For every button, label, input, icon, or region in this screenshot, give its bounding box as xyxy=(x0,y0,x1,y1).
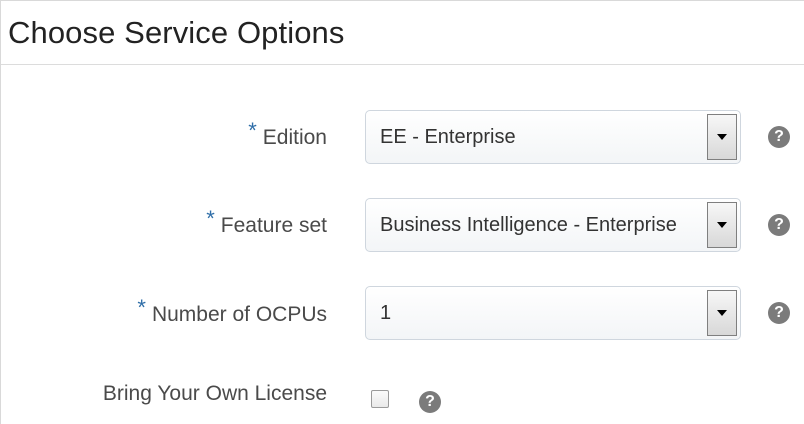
edition-label: * Edition xyxy=(248,118,327,149)
feature-set-label: * Feature set xyxy=(206,206,327,237)
help-icon[interactable]: ? xyxy=(419,391,441,413)
page-title: Choose Service Options xyxy=(8,15,345,50)
help-icon[interactable]: ? xyxy=(768,214,790,236)
feature-set-select[interactable]: Business Intelligence - Enterprise xyxy=(365,198,741,252)
feature-set-value: Business Intelligence - Enterprise xyxy=(380,214,677,236)
byol-checkbox[interactable] xyxy=(371,390,389,408)
dropdown-button[interactable] xyxy=(707,290,737,336)
dropdown-button[interactable] xyxy=(707,114,737,160)
required-marker: * xyxy=(137,295,146,320)
ocpus-label: * Number of OCPUs xyxy=(137,295,327,326)
dropdown-button[interactable] xyxy=(707,202,737,248)
required-marker: * xyxy=(248,118,257,143)
byol-label: Bring Your Own License xyxy=(102,382,327,405)
chevron-down-icon xyxy=(717,310,727,316)
ocpus-value: 1 xyxy=(380,302,392,324)
section-header: Choose Service Options xyxy=(1,1,804,65)
service-options-panel: Choose Service Options * Edition EE - Ent… xyxy=(0,0,804,424)
chevron-down-icon xyxy=(717,134,727,140)
ocpus-select[interactable]: 1 xyxy=(365,286,741,340)
edition-value: EE - Enterprise xyxy=(380,126,516,148)
help-icon[interactable]: ? xyxy=(768,302,790,324)
required-marker: * xyxy=(206,206,215,231)
help-icon[interactable]: ? xyxy=(768,126,790,148)
edition-select[interactable]: EE - Enterprise xyxy=(365,110,741,164)
chevron-down-icon xyxy=(717,222,727,228)
